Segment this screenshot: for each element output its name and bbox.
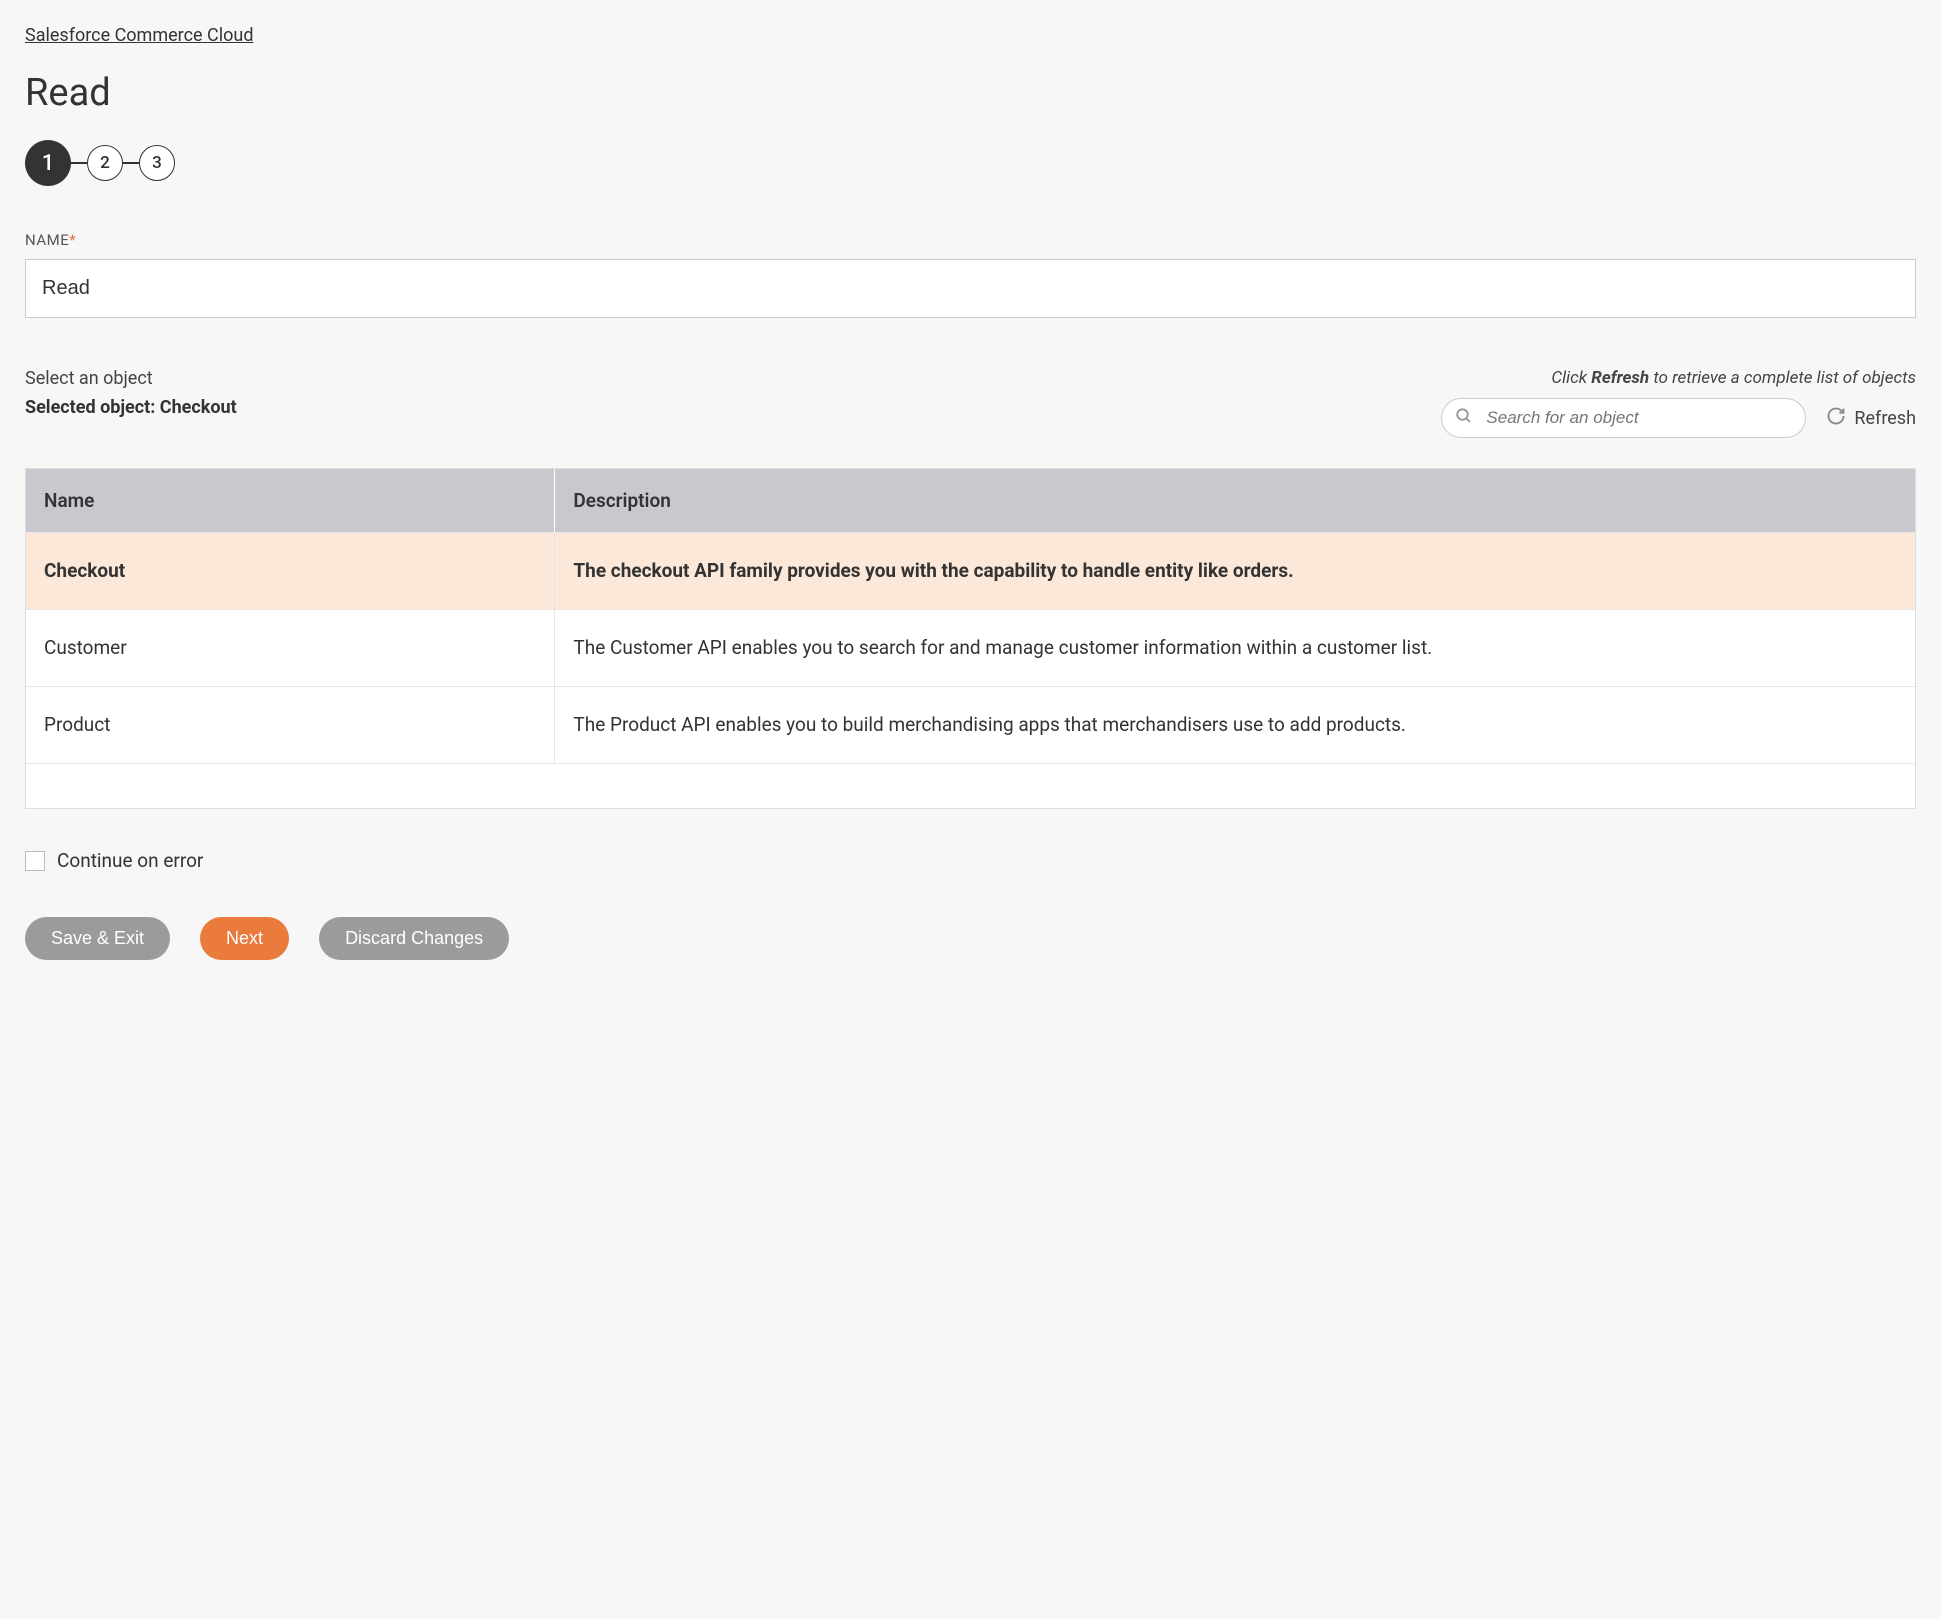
object-name-cell: Product <box>26 687 555 764</box>
table-row[interactable]: ProductThe Product API enables you to bu… <box>26 687 1915 764</box>
required-mark: * <box>69 231 76 249</box>
table-header-description[interactable]: Description <box>555 469 1915 533</box>
table-row[interactable]: CheckoutThe checkout API family provides… <box>26 533 1915 610</box>
stepper: 1 2 3 <box>25 140 1916 186</box>
search-input[interactable] <box>1441 398 1806 438</box>
object-description-cell: The Customer API enables you to search f… <box>555 610 1915 687</box>
continue-on-error-checkbox[interactable] <box>25 851 45 871</box>
step-connector <box>71 162 87 164</box>
object-name-cell: Checkout <box>26 533 555 610</box>
step-connector <box>123 162 139 164</box>
name-input[interactable] <box>25 259 1916 318</box>
search-icon <box>1455 407 1473 429</box>
refresh-hint: Click Refresh to retrieve a complete lis… <box>1441 368 1916 388</box>
step-3[interactable]: 3 <box>139 145 175 181</box>
page-title: Read <box>25 71 1916 115</box>
object-description-cell: The Product API enables you to build mer… <box>555 687 1915 764</box>
object-description-cell: The checkout API family provides you wit… <box>555 533 1915 610</box>
step-2[interactable]: 2 <box>87 145 123 181</box>
table-header-name[interactable]: Name <box>26 469 555 533</box>
step-1[interactable]: 1 <box>25 140 71 186</box>
next-button[interactable]: Next <box>200 917 289 960</box>
object-table: Name Description CheckoutThe checkout AP… <box>25 468 1916 809</box>
breadcrumb-link[interactable]: Salesforce Commerce Cloud <box>25 25 253 46</box>
refresh-icon <box>1826 406 1846 431</box>
selected-object-line: Selected object: Checkout <box>25 397 237 418</box>
table-footer <box>26 763 1915 808</box>
select-object-prompt: Select an object <box>25 368 237 389</box>
save-exit-button[interactable]: Save & Exit <box>25 917 170 960</box>
refresh-label: Refresh <box>1854 408 1916 429</box>
object-name-cell: Customer <box>26 610 555 687</box>
name-field-label: NAME* <box>25 231 1916 249</box>
continue-on-error-label: Continue on error <box>57 849 203 872</box>
discard-button[interactable]: Discard Changes <box>319 917 509 960</box>
table-row[interactable]: CustomerThe Customer API enables you to … <box>26 610 1915 687</box>
refresh-button[interactable]: Refresh <box>1826 406 1916 431</box>
